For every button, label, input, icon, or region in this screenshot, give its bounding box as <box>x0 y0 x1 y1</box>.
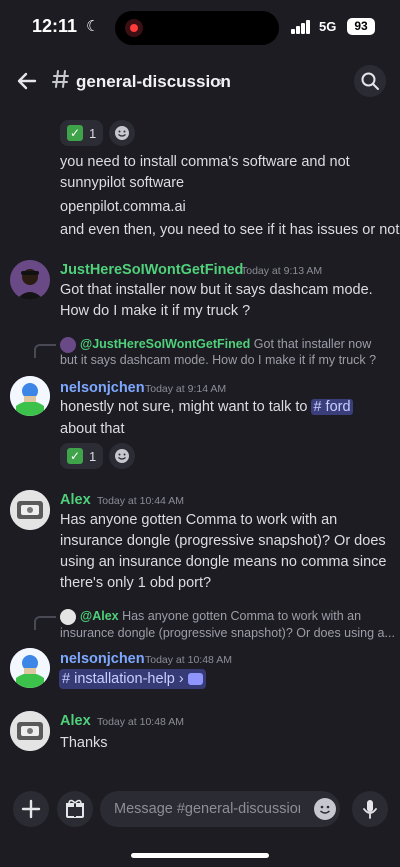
message-link[interactable]: openpilot.comma.ai <box>60 199 186 215</box>
recording-icon <box>125 19 143 37</box>
username[interactable]: JustHereSoIWontGetFined <box>60 262 243 278</box>
emoji-button[interactable] <box>314 798 336 820</box>
reply-avatar <box>60 337 76 353</box>
timestamp: Today at 10:48 AM <box>145 654 232 666</box>
attach-button[interactable] <box>13 791 49 827</box>
reply-username: @Alex <box>80 609 119 623</box>
username[interactable]: nelsonjchen <box>60 651 145 667</box>
message-line: about that <box>60 421 125 437</box>
microphone-icon <box>363 800 377 819</box>
reply-preview[interactable]: @Alex Has anyone gotten Comma to work wi… <box>80 609 361 623</box>
reply-snippet-line2: insurance dongle (progressive snapshot)?… <box>60 626 395 640</box>
message-line: you need to install comma's software and… <box>60 154 350 170</box>
channel-title[interactable]: general-discussion <box>76 72 231 92</box>
avatar[interactable] <box>10 711 50 751</box>
avatar[interactable] <box>10 648 50 688</box>
message-line: honestly not sure, might want to talk to… <box>60 399 353 415</box>
network-label: 5G <box>319 19 337 34</box>
reaction-count: 1 <box>89 125 97 141</box>
emoji-icon <box>320 805 330 814</box>
plus-icon <box>21 799 41 819</box>
signal-icon <box>291 20 311 34</box>
message-line: insurance dongle (progressive snapshot)?… <box>60 533 386 549</box>
reply-connector <box>34 344 56 358</box>
reply-snippet: Has anyone gotten Comma to work with an <box>122 609 362 623</box>
voice-button[interactable] <box>352 791 388 827</box>
battery-icon: 93 <box>347 18 375 35</box>
message-line: sunnypilot software <box>60 175 185 191</box>
message-line: Got that installer now but it says dashc… <box>60 282 373 298</box>
username[interactable]: nelsonjchen <box>60 380 145 396</box>
channel-hash-icon <box>52 70 69 88</box>
channel-mention-ford[interactable]: # ford <box>311 399 353 415</box>
reaction-check[interactable]: ✓ 1 <box>60 120 104 146</box>
reply-username: @JustHereSoIWontGetFined <box>80 337 251 351</box>
moon-icon: ☾ <box>86 18 100 35</box>
avatar[interactable] <box>10 260 50 300</box>
message-input[interactable] <box>100 791 340 827</box>
status-time: 12:11 <box>32 16 78 36</box>
dynamic-island <box>115 11 279 45</box>
home-indicator <box>131 853 269 858</box>
back-arrow-icon[interactable] <box>14 68 40 94</box>
chat-bubble-icon <box>187 673 203 685</box>
username[interactable]: Alex <box>60 713 91 729</box>
avatar[interactable] <box>10 490 50 530</box>
add-reaction-button[interactable] <box>109 120 135 146</box>
message-text: honestly not sure, might want to talk to <box>60 399 312 415</box>
check-emoji-icon: ✓ <box>67 125 83 141</box>
message-line: How do I make it if my truck ? <box>60 303 251 319</box>
user-photo-icon <box>10 260 50 300</box>
check-emoji-icon: ✓ <box>67 448 83 464</box>
channel-header: general-discussion › <box>0 56 400 108</box>
timestamp: Today at 10:48 AM <box>97 716 184 728</box>
message-line: Thanks <box>60 735 108 751</box>
channel-link-installation-help[interactable]: # installation-help › <box>59 669 206 689</box>
chevron-right-icon[interactable]: › <box>218 73 223 91</box>
reply-avatar <box>60 609 76 625</box>
reply-snippet: Got that installer now <box>253 337 372 351</box>
add-reaction-button[interactable] <box>109 443 135 469</box>
gift-button[interactable] <box>57 791 93 827</box>
reaction-check[interactable]: ✓ 1 <box>60 443 104 469</box>
reaction-count: 1 <box>89 448 97 464</box>
timestamp: Today at 9:14 AM <box>145 383 227 395</box>
message-line: and even then, you need to see if it has… <box>60 222 400 238</box>
avatar[interactable] <box>10 376 50 416</box>
search-button[interactable] <box>354 65 386 97</box>
user-photo-icon <box>10 711 50 751</box>
gift-icon <box>66 799 84 818</box>
message-composer <box>0 784 400 834</box>
timestamp: Today at 9:13 AM <box>241 265 323 277</box>
timestamp: Today at 10:44 AM <box>97 495 184 507</box>
username[interactable]: Alex <box>60 492 91 508</box>
message-line: Has anyone gotten Comma to work with an <box>60 512 338 528</box>
message-line: using an insurance dongle means no comma… <box>60 554 387 570</box>
user-photo-icon <box>10 648 50 688</box>
message-line: there's only 1 obd port? <box>60 575 212 591</box>
reply-snippet-line2: but it says dashcam mode. How do I make … <box>60 353 377 367</box>
channel-link-label: # installation-help › <box>62 671 184 687</box>
reply-preview[interactable]: @JustHereSoIWontGetFined Got that instal… <box>80 337 371 351</box>
user-photo-icon <box>10 490 50 530</box>
user-photo-icon <box>10 376 50 416</box>
smile-icon <box>115 449 129 463</box>
reply-connector <box>34 616 56 630</box>
message-list[interactable]: ✓ 1 you need to install comma's software… <box>0 108 400 778</box>
status-bar: 12:11 ☾ 5G 93 <box>0 0 400 56</box>
search-icon <box>361 72 379 90</box>
smile-icon <box>115 126 129 140</box>
